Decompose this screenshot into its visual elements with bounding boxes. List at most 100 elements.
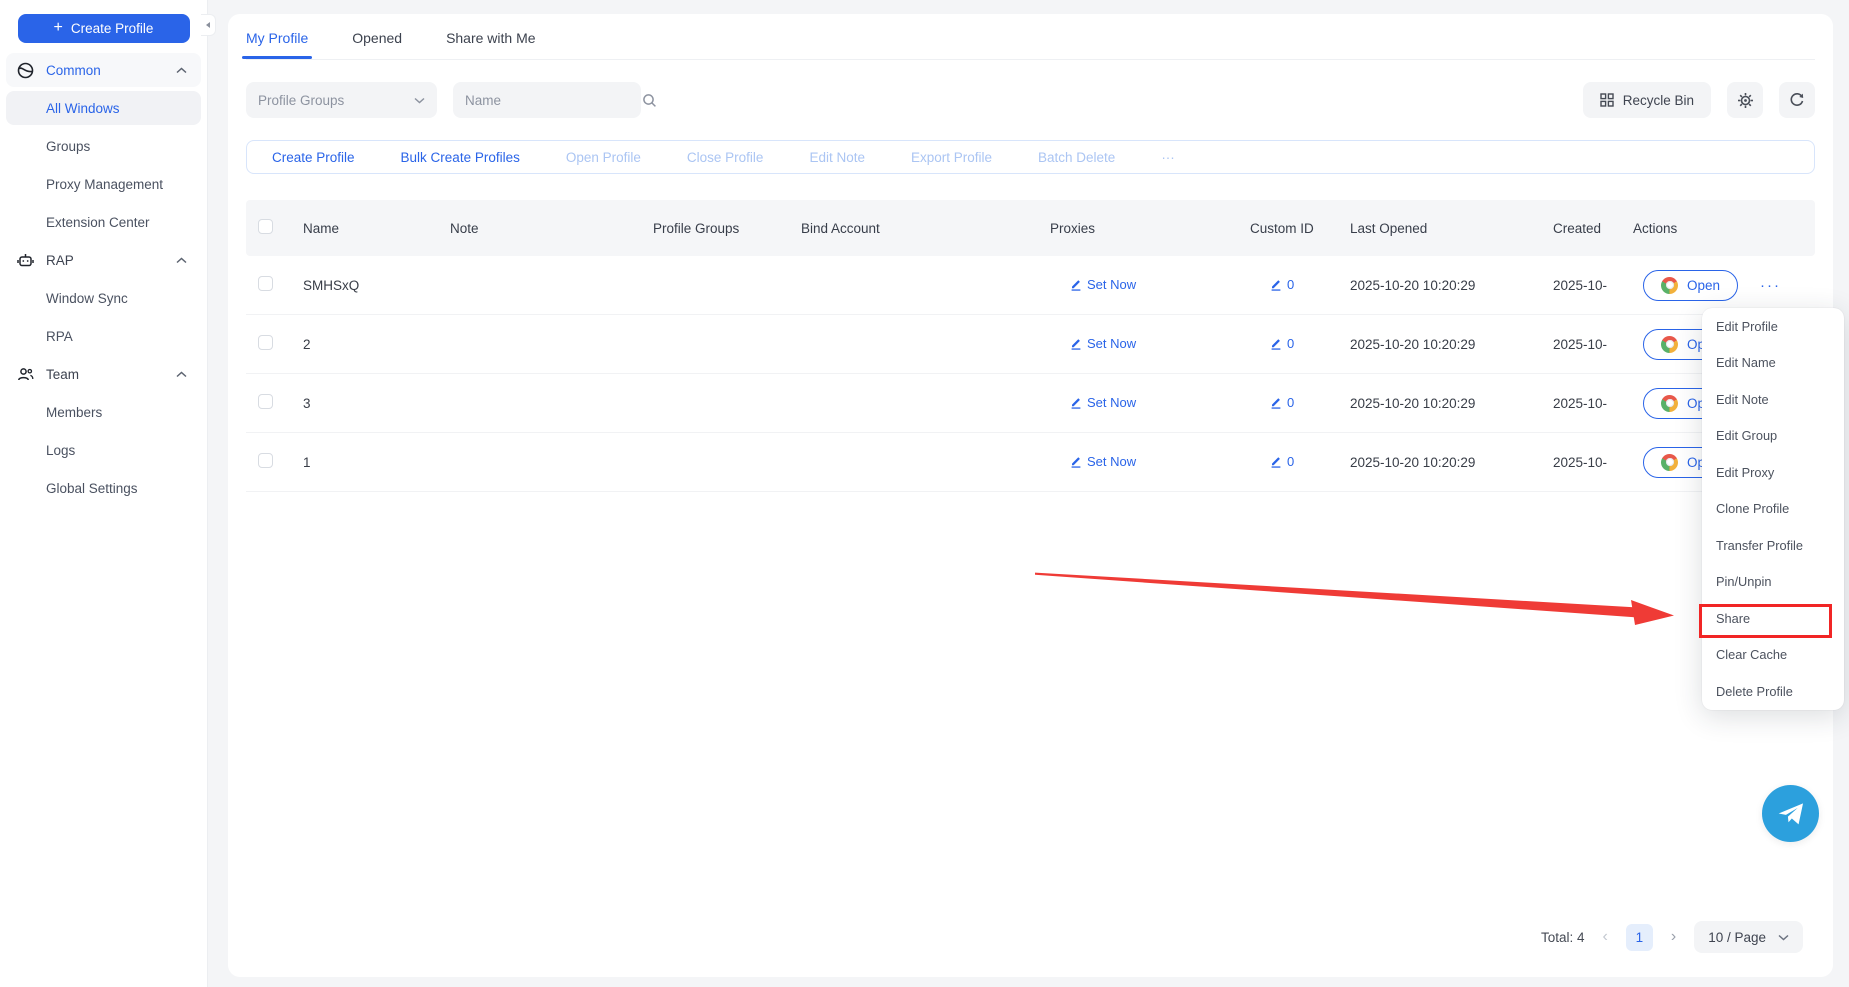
toolbar-more[interactable]: ··· <box>1138 150 1198 165</box>
pagination-total: Total: 4 <box>1541 930 1585 945</box>
refresh-button[interactable] <box>1779 82 1815 118</box>
column-bind-account: Bind Account <box>789 221 1038 236</box>
custom-id-link[interactable]: 0 <box>1270 336 1294 351</box>
chrome-icon <box>1661 454 1678 471</box>
toolbar-batch-delete[interactable]: Batch Delete <box>1015 150 1138 165</box>
tab-opened[interactable]: Opened <box>352 30 402 59</box>
column-proxies: Proxies <box>1038 221 1238 236</box>
column-note: Note <box>438 221 641 236</box>
menu-item-clone-profile[interactable]: Clone Profile <box>1702 491 1844 528</box>
sidebar-item-window-sync[interactable]: Window Sync <box>6 281 201 315</box>
recycle-bin-icon <box>1600 93 1614 107</box>
common-icon <box>16 62 34 79</box>
sidebar-section-label: Team <box>46 367 176 382</box>
page-size-select[interactable]: 10 / Page <box>1694 921 1803 953</box>
menu-item-pin-unpin[interactable]: Pin/Unpin <box>1702 564 1844 601</box>
row-checkbox[interactable] <box>258 335 273 350</box>
cell-name: 3 <box>291 396 438 411</box>
menu-item-clear-cache[interactable]: Clear Cache <box>1702 637 1844 674</box>
menu-item-edit-group[interactable]: Edit Group <box>1702 418 1844 455</box>
table-row: SMHSxQ Set Now 0 2025-10-20 10:20:29 202… <box>246 256 1815 315</box>
pencil-icon <box>1270 278 1282 291</box>
create-profile-label: Create Profile <box>71 21 154 36</box>
cell-created: 2025-10- <box>1541 396 1621 411</box>
menu-item-share[interactable]: Share <box>1702 600 1844 637</box>
pagination-page-1[interactable]: 1 <box>1626 924 1653 951</box>
custom-id-link[interactable]: 0 <box>1270 395 1294 410</box>
cell-last-opened: 2025-10-20 10:20:29 <box>1338 278 1541 293</box>
sidebar-section-rap[interactable]: RAP <box>6 243 201 277</box>
sidebar-item-logs[interactable]: Logs <box>6 433 201 467</box>
pencil-icon <box>1070 337 1082 350</box>
sidebar-section-common[interactable]: Common <box>6 53 201 87</box>
set-proxy-link[interactable]: Set Now <box>1070 277 1136 292</box>
pagination-next-button[interactable]: › <box>1671 928 1676 946</box>
team-icon <box>16 366 34 383</box>
menu-item-delete-profile[interactable]: Delete Profile <box>1702 673 1844 710</box>
custom-id-link[interactable]: 0 <box>1270 454 1294 469</box>
cell-created: 2025-10- <box>1541 278 1621 293</box>
row-checkbox[interactable] <box>258 453 273 468</box>
menu-item-edit-name[interactable]: Edit Name <box>1702 345 1844 382</box>
search-icon[interactable] <box>642 93 657 108</box>
row-context-menu: Edit Profile Edit Name Edit Note Edit Gr… <box>1702 308 1844 710</box>
toolbar-open-profile[interactable]: Open Profile <box>543 150 664 165</box>
sidebar-item-members[interactable]: Members <box>6 395 201 429</box>
pagination: Total: 4 ‹ 1 › 10 / Page <box>1541 921 1803 953</box>
pagination-prev-button[interactable]: ‹ <box>1603 928 1608 946</box>
filter-right-actions: Recycle Bin <box>1583 82 1815 118</box>
tab-share-with-me[interactable]: Share with Me <box>446 30 535 59</box>
toolbar-bulk-create-profiles[interactable]: Bulk Create Profiles <box>378 150 543 165</box>
toolbar-create-profile[interactable]: Create Profile <box>249 150 378 165</box>
sidebar-nav: Common All Windows Groups Proxy Manageme… <box>0 53 207 505</box>
profile-groups-select-placeholder: Profile Groups <box>258 93 414 108</box>
profile-groups-select[interactable]: Profile Groups <box>246 82 437 118</box>
sidebar-item-global-settings[interactable]: Global Settings <box>6 471 201 505</box>
sidebar-section-team[interactable]: Team <box>6 357 201 391</box>
create-profile-button[interactable]: + Create Profile <box>18 14 190 43</box>
menu-item-transfer-profile[interactable]: Transfer Profile <box>1702 527 1844 564</box>
open-profile-button[interactable]: Open <box>1643 270 1738 301</box>
toolbar-edit-note[interactable]: Edit Note <box>786 150 888 165</box>
pencil-icon <box>1070 455 1082 468</box>
custom-id-link[interactable]: 0 <box>1270 277 1294 292</box>
cell-name: 1 <box>291 455 438 470</box>
main-content: My Profile Opened Share with Me Profile … <box>208 0 1849 987</box>
row-checkbox[interactable] <box>258 276 273 291</box>
sidebar-item-all-windows[interactable]: All Windows <box>6 91 201 125</box>
chrome-icon <box>1661 395 1678 412</box>
select-all-checkbox[interactable] <box>258 219 273 234</box>
telegram-icon <box>1777 801 1805 827</box>
name-search-input[interactable] <box>465 93 642 108</box>
tab-my-profile[interactable]: My Profile <box>246 30 308 59</box>
row-more-button[interactable]: ··· <box>1760 277 1781 294</box>
set-proxy-link[interactable]: Set Now <box>1070 395 1136 410</box>
toolbar-close-profile[interactable]: Close Profile <box>664 150 787 165</box>
menu-item-edit-profile[interactable]: Edit Profile <box>1702 308 1844 345</box>
cell-created: 2025-10- <box>1541 455 1621 470</box>
sidebar-item-extension-center[interactable]: Extension Center <box>6 205 201 239</box>
toolbar-export-profile[interactable]: Export Profile <box>888 150 1015 165</box>
sidebar-item-groups[interactable]: Groups <box>6 129 201 163</box>
name-search <box>453 82 641 118</box>
telegram-button[interactable] <box>1762 785 1819 842</box>
pencil-icon <box>1070 278 1082 291</box>
column-actions: Actions <box>1621 221 1815 236</box>
set-proxy-link[interactable]: Set Now <box>1070 336 1136 351</box>
filter-row: Profile Groups Recycle Bin <box>246 82 1815 118</box>
set-proxy-link[interactable]: Set Now <box>1070 454 1136 469</box>
cell-name: 2 <box>291 337 438 352</box>
sidebar-section-label: RAP <box>46 253 176 268</box>
menu-item-edit-note[interactable]: Edit Note <box>1702 381 1844 418</box>
sidebar-collapse-handle[interactable] <box>201 14 216 36</box>
recycle-bin-button[interactable]: Recycle Bin <box>1583 82 1711 118</box>
tab-bar: My Profile Opened Share with Me <box>246 14 1815 60</box>
recycle-bin-label: Recycle Bin <box>1623 93 1694 108</box>
row-checkbox[interactable] <box>258 394 273 409</box>
menu-item-edit-proxy[interactable]: Edit Proxy <box>1702 454 1844 491</box>
sidebar-item-rpa[interactable]: RPA <box>6 319 201 353</box>
sidebar-item-proxy-management[interactable]: Proxy Management <box>6 167 201 201</box>
table-row: 1 Set Now 0 2025-10-20 10:20:29 2025-10-… <box>246 433 1815 492</box>
settings-button[interactable] <box>1727 82 1763 118</box>
column-name: Name <box>291 221 438 236</box>
